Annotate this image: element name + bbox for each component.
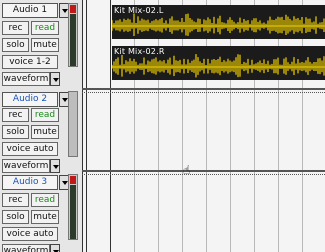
track-name-audio-3[interactable]: Audio 3 <box>2 175 58 190</box>
audio-region-right[interactable]: Kit Mix-02.R <box>112 46 325 80</box>
mute-button[interactable]: mute <box>31 38 59 52</box>
track-view-selector[interactable]: waveform <box>2 159 50 173</box>
edit-window: Audio 1 rec read solo mute voice 1-2 wav… <box>0 0 325 252</box>
track-divider <box>82 170 325 172</box>
track-view-dropdown[interactable] <box>50 159 60 173</box>
mute-button[interactable]: mute <box>31 210 59 224</box>
solo-button[interactable]: solo <box>2 125 29 139</box>
level-meter <box>68 3 78 67</box>
record-enable-button[interactable]: rec <box>2 193 29 207</box>
track-view-dropdown[interactable] <box>50 244 60 252</box>
voice-selector[interactable]: voice auto <box>2 142 58 156</box>
solo-button[interactable]: solo <box>2 38 29 52</box>
level-meter <box>68 91 78 157</box>
waveform <box>112 13 325 37</box>
automation-mode-button[interactable]: read <box>31 193 59 207</box>
track-header-audio-3: Audio 3 rec read solo mute voice auto wa… <box>0 172 80 252</box>
record-enable-button[interactable]: rec <box>2 21 29 35</box>
automation-mode-button[interactable]: read <box>31 21 59 35</box>
timeline-left-edge <box>86 0 87 252</box>
track-header-audio-1: Audio 1 rec read solo mute voice 1-2 wav… <box>0 0 80 86</box>
track-view-selector[interactable]: waveform <box>2 244 50 252</box>
track-view-selector[interactable]: waveform <box>2 72 50 86</box>
mute-button[interactable]: mute <box>31 125 59 139</box>
solo-button[interactable]: solo <box>2 210 29 224</box>
voice-selector[interactable]: voice auto <box>2 227 58 241</box>
record-enable-button[interactable]: rec <box>2 108 29 122</box>
track-name-audio-1[interactable]: Audio 1 <box>2 3 58 18</box>
timeline-left-edge <box>82 0 83 252</box>
track-playlist-area[interactable]: Kit Mix-02.L Kit Mix-02.R ☝ <box>82 0 325 252</box>
track-view-dropdown[interactable] <box>50 72 60 86</box>
automation-mode-button[interactable]: read <box>31 108 59 122</box>
track-divider <box>82 92 325 93</box>
audio-region-left[interactable]: Kit Mix-02.L <box>112 5 325 39</box>
track-divider <box>82 88 325 90</box>
waveform <box>112 54 325 78</box>
track-header-audio-2: Audio 2 rec read solo mute voice auto wa… <box>0 90 80 173</box>
track-name-audio-2[interactable]: Audio 2 <box>2 92 58 107</box>
grabber-hand-icon: ☝ <box>183 163 191 177</box>
voice-selector[interactable]: voice 1-2 <box>2 55 58 69</box>
level-meter <box>68 174 78 240</box>
grid-line <box>110 0 111 252</box>
track-divider <box>82 174 325 175</box>
